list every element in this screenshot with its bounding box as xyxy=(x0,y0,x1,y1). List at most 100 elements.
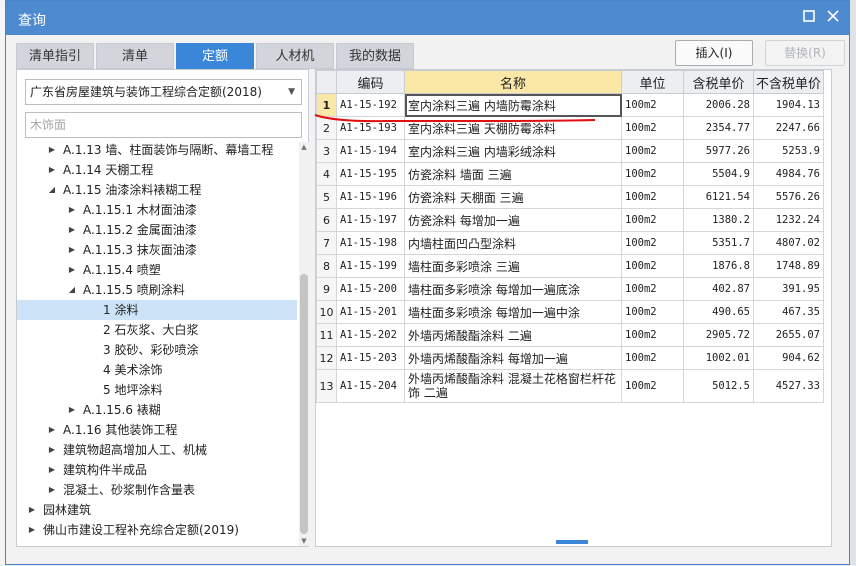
price-notax-cell: 5253.9 xyxy=(753,139,824,163)
minimize-icon[interactable] xyxy=(800,9,818,27)
header-code[interactable]: 编码 xyxy=(336,70,405,94)
left-panel: 广东省房屋建筑与装饰工程综合定额(2018) ▼ 木饰面 ▶ A.1.13 墙、柱… xyxy=(16,69,309,547)
price-tax-cell: 490.65 xyxy=(683,300,754,324)
table-row[interactable]: 1 A1-15-192 室内涂料三遍 内墙防霉涂料 100m2 2006.28 1904.… xyxy=(316,93,824,117)
collapsed-caret-icon[interactable]: ▶ xyxy=(27,500,37,520)
tree-node[interactable]: ▶ 园林建筑 xyxy=(17,500,297,520)
row-index: 11 xyxy=(316,323,337,347)
table-row[interactable]: 11 A1-15-202 外墙丙烯酸酯涂料 二遍 100m2 2905.72 2655.0… xyxy=(316,323,824,347)
unit-cell: 100m2 xyxy=(621,254,684,278)
tree-node[interactable]: 4 美术涂饰 xyxy=(17,360,297,380)
collapsed-caret-icon[interactable]: ▶ xyxy=(47,160,57,180)
tree-node-label: 5 地坪涂料 xyxy=(103,383,163,397)
tree-scrollbar[interactable]: ▲ ▼ xyxy=(299,142,309,546)
tree-node-label: 园林建筑 xyxy=(43,503,92,517)
tab-quota[interactable]: 定额 xyxy=(176,43,254,69)
table-row[interactable]: 3 A1-15-194 室内涂料三遍 内墙彩绒涂料 100m2 5977.26 5253.… xyxy=(316,139,824,163)
tab-labor-material-machine[interactable]: 人材机 xyxy=(256,43,334,69)
tree-node[interactable]: 2 石灰浆、大白浆 xyxy=(17,320,297,340)
header-name[interactable]: 名称 xyxy=(404,70,622,94)
code-cell: A1-15-193 xyxy=(336,116,405,140)
close-icon[interactable] xyxy=(824,9,842,27)
tree-node[interactable]: ▶ A.1.15.3 抹灰面油漆 xyxy=(17,240,297,260)
table-row[interactable]: 12 A1-15-203 外墙丙烯酸酯涂料 每增加一遍 100m2 1002.01 904… xyxy=(316,346,824,370)
table-row[interactable]: 8 A1-15-199 墙柱面多彩喷涂 三遍 100m2 1876.8 1748.89 xyxy=(316,254,824,278)
tree-node[interactable]: 1 涂料 xyxy=(17,300,297,320)
price-notax-cell: 2655.07 xyxy=(753,323,824,347)
row-index: 1 xyxy=(316,93,337,117)
tree-node[interactable]: ▶ A.1.15.4 喷塑 xyxy=(17,260,297,280)
tree-node[interactable]: ▶ A.1.13 墙、柱面装饰与隔断、幕墙工程 xyxy=(17,140,297,160)
price-tax-cell: 5977.26 xyxy=(683,139,754,163)
tree-node-label: A.1.15.5 喷刷涂料 xyxy=(83,283,185,297)
name-cell: 室内涂料三遍 天棚防霉涂料 xyxy=(404,116,622,140)
tab-list[interactable]: 清单 xyxy=(96,43,174,69)
tree-node[interactable]: ◢ A.1.15 油漆涂料裱糊工程 xyxy=(17,180,297,200)
collapsed-caret-icon[interactable]: ▶ xyxy=(47,460,57,480)
name-cell: 墙柱面多彩喷涂 每增加一遍中涂 xyxy=(404,300,622,324)
insert-button[interactable]: 插入(I) xyxy=(675,40,753,66)
name-cell: 外墙丙烯酸酯涂料 二遍 xyxy=(404,323,622,347)
collapsed-caret-icon[interactable]: ▶ xyxy=(27,520,37,540)
replace-button[interactable]: 替换(R) xyxy=(765,40,845,66)
search-input[interactable]: 木饰面 xyxy=(25,112,302,138)
table-row[interactable]: 5 A1-15-196 仿瓷涂料 天棚面 三遍 100m2 6121.54 5576.26 xyxy=(316,185,824,209)
table-row[interactable]: 10 A1-15-201 墙柱面多彩喷涂 每增加一遍中涂 100m2 490.65 467… xyxy=(316,300,824,324)
price-notax-cell: 467.35 xyxy=(753,300,824,324)
collapsed-caret-icon[interactable]: ▶ xyxy=(47,140,57,160)
row-index: 13 xyxy=(316,369,337,403)
price-tax-cell: 5012.5 xyxy=(683,369,754,403)
name-cell: 内墙柱面凹凸型涂料 xyxy=(404,231,622,255)
horizontal-scroll-indicator[interactable] xyxy=(556,540,588,544)
collapsed-caret-icon[interactable]: ▶ xyxy=(47,480,57,500)
row-index: 10 xyxy=(316,300,337,324)
table-row[interactable]: 2 A1-15-193 室内涂料三遍 天棚防霉涂料 100m2 2354.77 2247.… xyxy=(316,116,824,140)
price-notax-cell: 1748.89 xyxy=(753,254,824,278)
tree-node[interactable]: ▶ A.1.15.2 金属面油漆 xyxy=(17,220,297,240)
scrollbar-thumb[interactable] xyxy=(300,274,308,534)
collapsed-caret-icon[interactable]: ▶ xyxy=(67,200,77,220)
header-price-tax[interactable]: 含税单价 xyxy=(683,70,754,94)
tree-node[interactable]: 5 地坪涂料 xyxy=(17,380,297,400)
collapsed-caret-icon[interactable]: ▶ xyxy=(67,400,77,420)
table-row[interactable]: 13 A1-15-204 外墙丙烯酸酯涂料 混凝土花格窗栏杆花饰 二遍 100m2 50… xyxy=(316,369,824,403)
tab-list-guide[interactable]: 清单指引 xyxy=(16,43,94,69)
collapsed-caret-icon[interactable]: ▶ xyxy=(67,260,77,280)
collapsed-caret-icon[interactable]: ▶ xyxy=(67,220,77,240)
tree-node[interactable]: ▶ A.1.15.1 木材面油漆 xyxy=(17,200,297,220)
tree-node-label: A.1.15 油漆涂料裱糊工程 xyxy=(63,183,202,197)
tree-node-label: A.1.15.4 喷塑 xyxy=(83,263,161,277)
tree-node[interactable]: ▶ 建筑物超高增加人工、机械 xyxy=(17,440,297,460)
row-index: 2 xyxy=(316,116,337,140)
expanded-caret-icon[interactable]: ◢ xyxy=(67,280,77,300)
row-index: 4 xyxy=(316,162,337,186)
table-row[interactable]: 9 A1-15-200 墙柱面多彩喷涂 每增加一遍底涂 100m2 402.87 391.… xyxy=(316,277,824,301)
standard-select[interactable]: 广东省房屋建筑与装饰工程综合定额(2018) ▼ xyxy=(25,79,302,105)
tree-node-label: A.1.14 天棚工程 xyxy=(63,163,154,177)
table-row[interactable]: 4 A1-15-195 仿瓷涂料 墙面 三遍 100m2 5504.9 4984.76 xyxy=(316,162,824,186)
collapsed-caret-icon[interactable]: ▶ xyxy=(67,240,77,260)
scroll-up-icon[interactable]: ▲ xyxy=(299,142,309,152)
tree-node[interactable]: ▶ A.1.16 其他装饰工程 xyxy=(17,420,297,440)
scroll-down-icon[interactable]: ▼ xyxy=(299,536,309,546)
collapsed-caret-icon[interactable]: ▶ xyxy=(47,440,57,460)
collapsed-caret-icon[interactable]: ▶ xyxy=(47,420,57,440)
tree-node[interactable]: ▶ A.1.14 天棚工程 xyxy=(17,160,297,180)
header-price-notax[interactable]: 不含税单价 xyxy=(753,70,824,94)
table-row[interactable]: 6 A1-15-197 仿瓷涂料 每增加一遍 100m2 1380.2 1232.24 xyxy=(316,208,824,232)
code-cell: A1-15-204 xyxy=(336,369,405,403)
header-unit[interactable]: 单位 xyxy=(621,70,684,94)
tab-my-data[interactable]: 我的数据 xyxy=(336,43,414,69)
tree-node[interactable]: ▶ 佛山市建设工程补充综合定额(2019) xyxy=(17,520,297,540)
expanded-caret-icon[interactable]: ◢ xyxy=(47,180,57,200)
code-cell: A1-15-202 xyxy=(336,323,405,347)
tree-node[interactable]: 3 胶砂、彩砂喷涂 xyxy=(17,340,297,360)
price-notax-cell: 4807.02 xyxy=(753,231,824,255)
price-notax-cell: 1232.24 xyxy=(753,208,824,232)
tree-node[interactable]: ▶ 建筑构件半成品 xyxy=(17,460,297,480)
tree-node[interactable]: ◢ A.1.15.5 喷刷涂料 xyxy=(17,280,297,300)
price-tax-cell: 5351.7 xyxy=(683,231,754,255)
tree-node[interactable]: ▶ 混凝土、砂浆制作含量表 xyxy=(17,480,297,500)
table-row[interactable]: 7 A1-15-198 内墙柱面凹凸型涂料 100m2 5351.7 4807.02 xyxy=(316,231,824,255)
tree-node[interactable]: ▶ A.1.15.6 裱糊 xyxy=(17,400,297,420)
